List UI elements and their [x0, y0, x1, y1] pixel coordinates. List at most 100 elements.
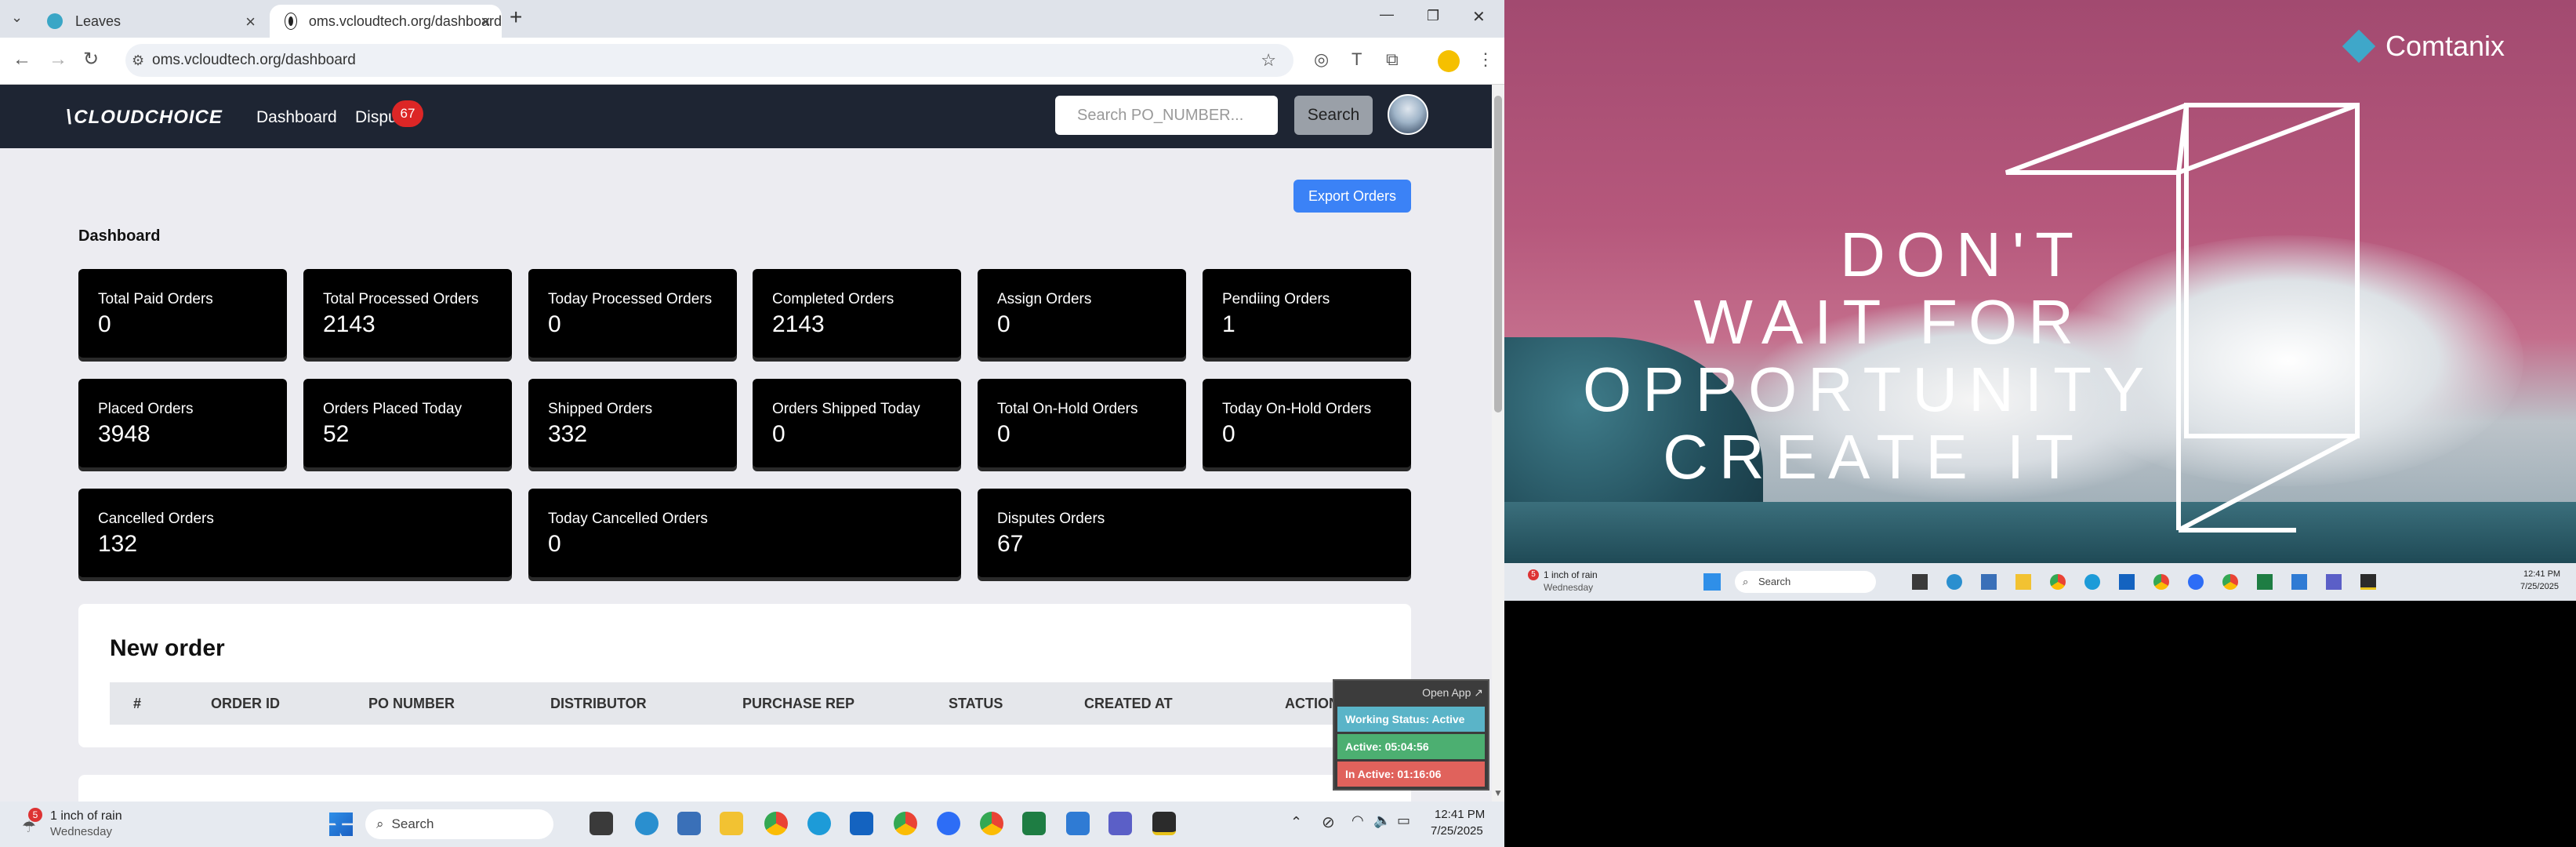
- box-top: [2005, 103, 2189, 175]
- folder-icon[interactable]: [720, 812, 743, 835]
- remote-chrome-icon[interactable]: [2050, 574, 2066, 590]
- file-explorer-icon[interactable]: [590, 812, 613, 835]
- search-icon: ⌕: [376, 816, 384, 831]
- restore-button[interactable]: ❐: [1427, 8, 1439, 24]
- tab-dashboard[interactable]: oms.vcloudtech.org/dashboard ×: [270, 5, 502, 38]
- menu-dots-icon[interactable]: ⋮: [1477, 50, 1494, 69]
- stat-card: Today Processed Orders 0: [528, 269, 737, 358]
- close-window-button[interactable]: ✕: [1472, 7, 1486, 27]
- search-button[interactable]: Search: [1294, 96, 1373, 135]
- remote-weather-widget[interactable]: 5 1 inch of rain Wednesday: [1522, 569, 1631, 596]
- stat-value: 2143: [323, 311, 376, 337]
- clock-time[interactable]: 12:41 PM: [1435, 808, 1485, 821]
- remote-outlook-icon[interactable]: [2119, 574, 2135, 590]
- remote-weather-text: 1 inch of rain: [1544, 569, 1598, 580]
- export-orders-button[interactable]: Export Orders: [1293, 180, 1411, 213]
- zoom-icon[interactable]: [937, 812, 960, 835]
- app-icon[interactable]: [1152, 812, 1176, 835]
- new-order-title: New order: [110, 635, 225, 661]
- tray-app-icon[interactable]: ⊘: [1322, 812, 1335, 832]
- remote-edge-dev-icon[interactable]: [1947, 574, 1962, 590]
- remote-chrome-alt-icon[interactable]: [2222, 574, 2238, 590]
- calculator-icon[interactable]: [677, 812, 701, 835]
- box-edge: [2177, 103, 2359, 175]
- edge-dev-icon[interactable]: [635, 812, 659, 835]
- remote-zoom-icon[interactable]: [2188, 574, 2204, 590]
- tab-leaves[interactable]: Leaves ×: [31, 5, 267, 38]
- comtanix-logo-icon: [2342, 29, 2376, 64]
- brand-logo[interactable]: \ CLOUDCHOICE: [66, 105, 223, 129]
- stat-value: 0: [1222, 421, 1235, 447]
- stat-value: 0: [997, 421, 1010, 447]
- remote-teams-icon[interactable]: [2326, 574, 2342, 590]
- nav-dashboard[interactable]: Dashboard: [256, 108, 337, 127]
- puzzle-icon[interactable]: ⧉: [1386, 50, 1399, 69]
- new-tab-button[interactable]: +: [510, 5, 522, 30]
- reload-icon[interactable]: ↻: [83, 50, 99, 69]
- col-created-at: CREATED AT: [1084, 696, 1173, 711]
- stat-card: Today On-Hold Orders 0: [1203, 379, 1411, 467]
- forward-icon[interactable]: →: [49, 50, 67, 69]
- stat-value: 0: [548, 311, 561, 337]
- remote-edge-icon[interactable]: [2084, 574, 2100, 590]
- remote-excel-icon[interactable]: [2257, 574, 2273, 590]
- scrollbar-thumb[interactable]: [1494, 96, 1502, 413]
- remote-clock-time[interactable]: 12:41 PM: [2523, 569, 2560, 579]
- clock-date[interactable]: 7/25/2025: [1431, 824, 1483, 838]
- tab-search-icon[interactable]: ⌄: [11, 9, 23, 26]
- teams-icon[interactable]: [1108, 812, 1132, 835]
- scroll-down-icon[interactable]: ▼: [1493, 787, 1503, 798]
- open-app-link[interactable]: Open App ↗: [1334, 681, 1488, 704]
- start-windows-icon[interactable]: [329, 812, 353, 836]
- weather-widget[interactable]: ☂ 5 1 inch of rain Wednesday: [19, 808, 144, 841]
- site-info-icon[interactable]: ⚙: [132, 53, 144, 69]
- remote-clock-date[interactable]: 7/25/2025: [2520, 582, 2559, 591]
- remote-start-icon[interactable]: [1703, 573, 1721, 591]
- remote-search[interactable]: ⌕ Search: [1735, 571, 1876, 593]
- wifi-icon[interactable]: ◠: [1351, 812, 1364, 829]
- remote-chrome-profile-icon[interactable]: [2153, 574, 2169, 590]
- stat-label: Total Paid Orders: [98, 291, 213, 307]
- chrome-alt-icon[interactable]: [980, 812, 1003, 835]
- extension-icon[interactable]: ◎: [1314, 50, 1329, 69]
- stat-label: Cancelled Orders: [98, 511, 214, 527]
- stat-card: Assign Orders 0: [978, 269, 1186, 358]
- stat-label: Assign Orders: [997, 291, 1092, 307]
- remote-desktop-screen: Comtanix DON'T WAIT FOR OPPORTUNITY CREA…: [1504, 0, 2576, 847]
- tray-chevron-icon[interactable]: ⌃: [1290, 814, 1302, 831]
- stat-card: Total Processed Orders 2143: [303, 269, 512, 358]
- page-scrollbar[interactable]: ▼: [1492, 85, 1504, 802]
- export-label: Export Orders: [1308, 188, 1397, 204]
- close-tab-icon[interactable]: ×: [481, 12, 491, 32]
- remote-folder-icon[interactable]: [2015, 574, 2031, 590]
- remote-desktop-icon[interactable]: [1066, 812, 1090, 835]
- volume-icon[interactable]: 🔈: [1373, 812, 1391, 829]
- outlook-icon[interactable]: [850, 812, 873, 835]
- profile-icon[interactable]: [1438, 50, 1460, 72]
- chrome-icon[interactable]: [764, 812, 788, 835]
- battery-icon[interactable]: ▭: [1397, 812, 1410, 829]
- taskbar-search[interactable]: ⌕ Search: [365, 809, 553, 839]
- back-icon[interactable]: ←: [13, 50, 31, 69]
- tab-strip: ⌄ Leaves × oms.vcloudtech.org/dashboard …: [0, 0, 1504, 38]
- stat-value: 1: [1222, 311, 1235, 337]
- url-field[interactable]: ⚙ oms.vcloudtech.org/dashboard ☆: [125, 44, 1293, 77]
- address-bar: ← → ↻ ⚙ oms.vcloudtech.org/dashboard ☆ ◎…: [0, 38, 1504, 85]
- stat-value: 0: [772, 421, 785, 447]
- chrome-profile-icon[interactable]: [894, 812, 917, 835]
- user-avatar[interactable]: [1388, 94, 1428, 135]
- minimize-button[interactable]: —: [1380, 6, 1394, 23]
- stat-label: Today Cancelled Orders: [548, 511, 708, 527]
- remote-rdp-icon[interactable]: [2291, 574, 2307, 590]
- close-tab-icon[interactable]: ×: [245, 12, 256, 32]
- remote-calculator-icon[interactable]: [1981, 574, 1997, 590]
- quote-line: WAIT FOR: [1693, 287, 2084, 357]
- edge-icon[interactable]: [807, 812, 831, 835]
- nav-disputes[interactable]: Dispu: [355, 108, 397, 127]
- bookmark-star-icon[interactable]: ☆: [1261, 50, 1276, 71]
- text-tool-icon[interactable]: T: [1351, 50, 1362, 69]
- excel-icon[interactable]: [1022, 812, 1046, 835]
- search-input[interactable]: Search PO_NUMBER...: [1055, 96, 1278, 135]
- remote-app-icon[interactable]: [2360, 574, 2376, 590]
- remote-explorer-icon[interactable]: [1912, 574, 1928, 590]
